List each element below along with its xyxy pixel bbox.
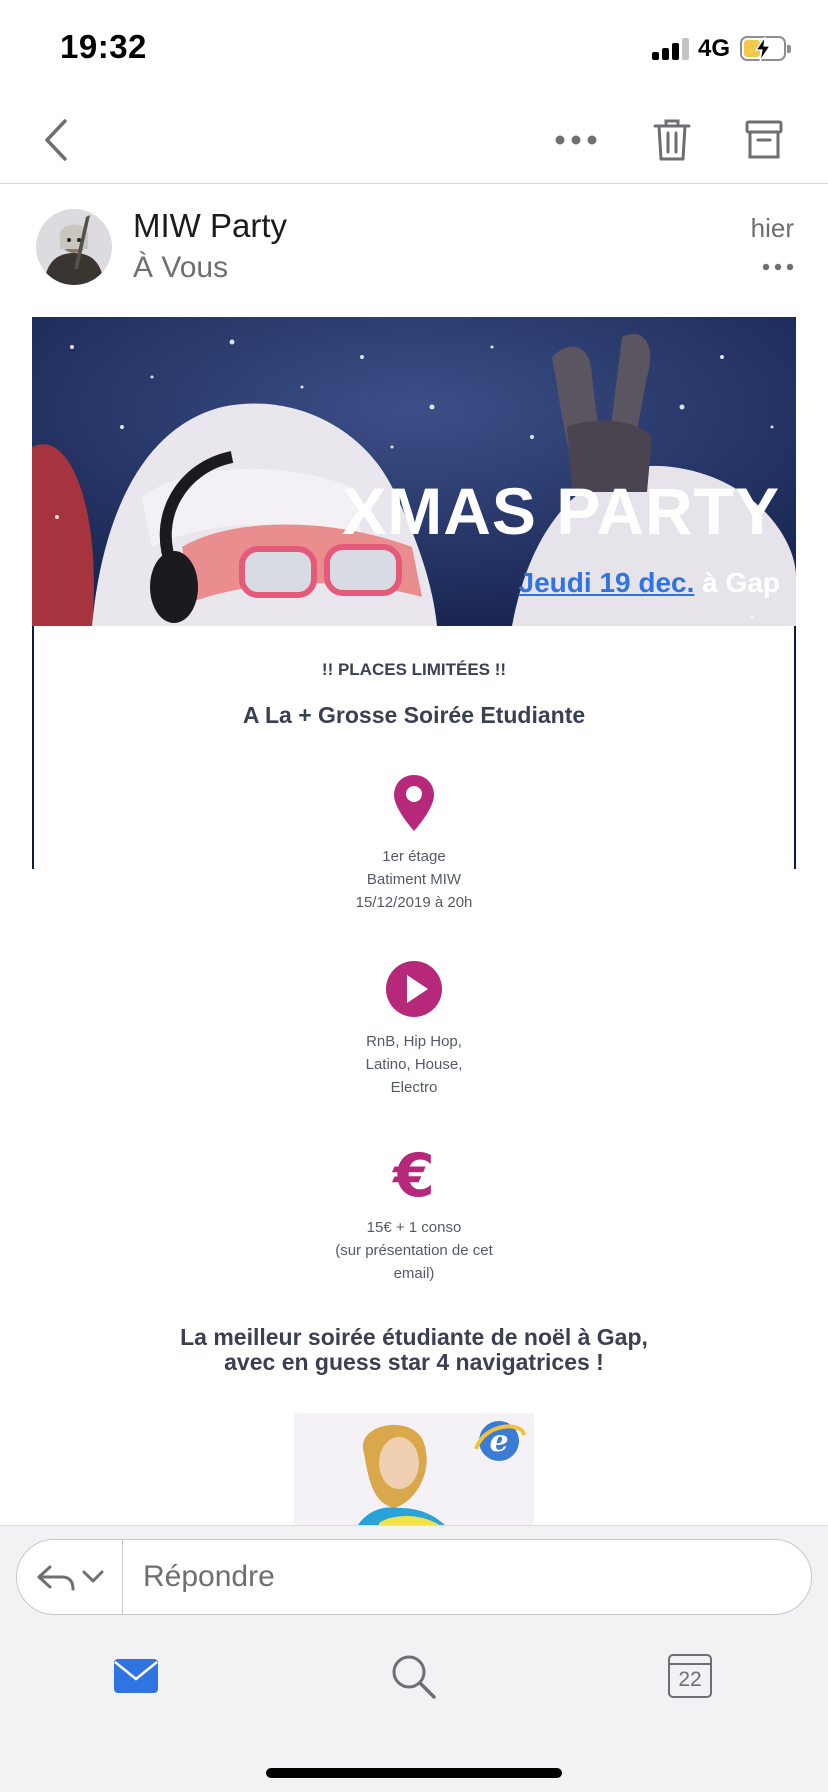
sender-avatar xyxy=(36,209,112,285)
xmas-banner: XMAS PARTY Jeudi 19 dec. à Gap xyxy=(32,317,796,626)
event-date-link[interactable]: Jeudi 19 dec. xyxy=(519,567,695,598)
tagline-line-1: La meilleur soirée étudiante de noël à G… xyxy=(180,1324,648,1350)
trash-icon xyxy=(653,119,691,161)
info-location: 1er étage Batiment MIW 15/12/2019 à 20h xyxy=(314,773,514,914)
message-date: hier xyxy=(750,213,794,243)
home-indicator xyxy=(266,1768,562,1778)
banner-title: XMAS PARTY xyxy=(342,474,780,548)
reply-field xyxy=(16,1539,812,1615)
reply-input[interactable] xyxy=(123,1540,811,1614)
network-type: 4G xyxy=(698,35,731,62)
archive-button[interactable] xyxy=(740,112,788,168)
limited-places-notice: !! PLACES LIMITÉES !! xyxy=(321,660,507,679)
play-icon xyxy=(386,961,442,1017)
info-music: RnB, Hip Hop, Latino, House, Electro xyxy=(314,960,514,1099)
tab-calendar[interactable]: 22 xyxy=(650,1636,730,1716)
signal-strength-icon xyxy=(652,38,690,60)
tab-mail[interactable] xyxy=(96,1636,176,1716)
search-icon xyxy=(392,1655,436,1699)
recipient-label: À Vous xyxy=(133,251,229,284)
tab-search[interactable] xyxy=(373,1636,453,1716)
promo-image: e xyxy=(294,1413,534,1525)
chevron-left-icon xyxy=(45,119,67,161)
info-price-text: 15€ + 1 conso (sur présentation de cet e… xyxy=(335,1219,493,1282)
mail-icon xyxy=(114,1659,158,1693)
event-location: à Gap xyxy=(694,567,780,598)
svg-text:€: € xyxy=(391,1144,435,1204)
calendar-icon: 22 xyxy=(668,1654,712,1698)
mail-toolbar xyxy=(0,96,828,184)
message-body: XMAS PARTY Jeudi 19 dec. à Gap !! PLACES… xyxy=(0,317,828,1525)
battery-icon xyxy=(740,36,791,62)
event-tagline: La meilleur soirée étudiante de noël à G… xyxy=(0,1325,828,1375)
more-horizontal-icon[interactable] xyxy=(762,261,794,273)
reply-options-button[interactable] xyxy=(17,1540,123,1614)
info-location-text: 1er étage Batiment MIW 15/12/2019 à 20h xyxy=(355,848,473,911)
map-pin-icon xyxy=(394,775,434,831)
event-subtitle: A La + Grosse Soirée Etudiante xyxy=(242,702,586,728)
reply-icon xyxy=(37,1565,74,1591)
info-price: € 15€ + 1 conso (sur présentation de cet… xyxy=(314,1144,514,1285)
info-music-text: RnB, Hip Hop, Latino, House, Electro xyxy=(365,1033,463,1096)
status-bar: 19:32 4G xyxy=(0,0,828,96)
back-button[interactable] xyxy=(36,112,76,168)
tagline-line-2: avec en guess star 4 navigatrices ! xyxy=(224,1349,604,1375)
banner-subtitle: Jeudi 19 dec. à Gap xyxy=(519,567,780,599)
status-time: 19:32 xyxy=(60,28,147,65)
sender-name: MIW Party xyxy=(133,207,287,244)
euro-icon: € xyxy=(391,1144,435,1204)
tab-bar: 22 xyxy=(0,1636,828,1736)
calendar-day: 22 xyxy=(678,1668,702,1691)
reply-area: 22 xyxy=(0,1525,828,1792)
chevron-down-icon xyxy=(82,1570,103,1583)
more-horizontal-icon xyxy=(555,135,597,145)
message-header: MIW Party À Vous hier xyxy=(0,185,828,295)
more-button[interactable] xyxy=(548,118,604,162)
archive-icon xyxy=(745,120,783,159)
delete-button[interactable] xyxy=(648,112,696,168)
